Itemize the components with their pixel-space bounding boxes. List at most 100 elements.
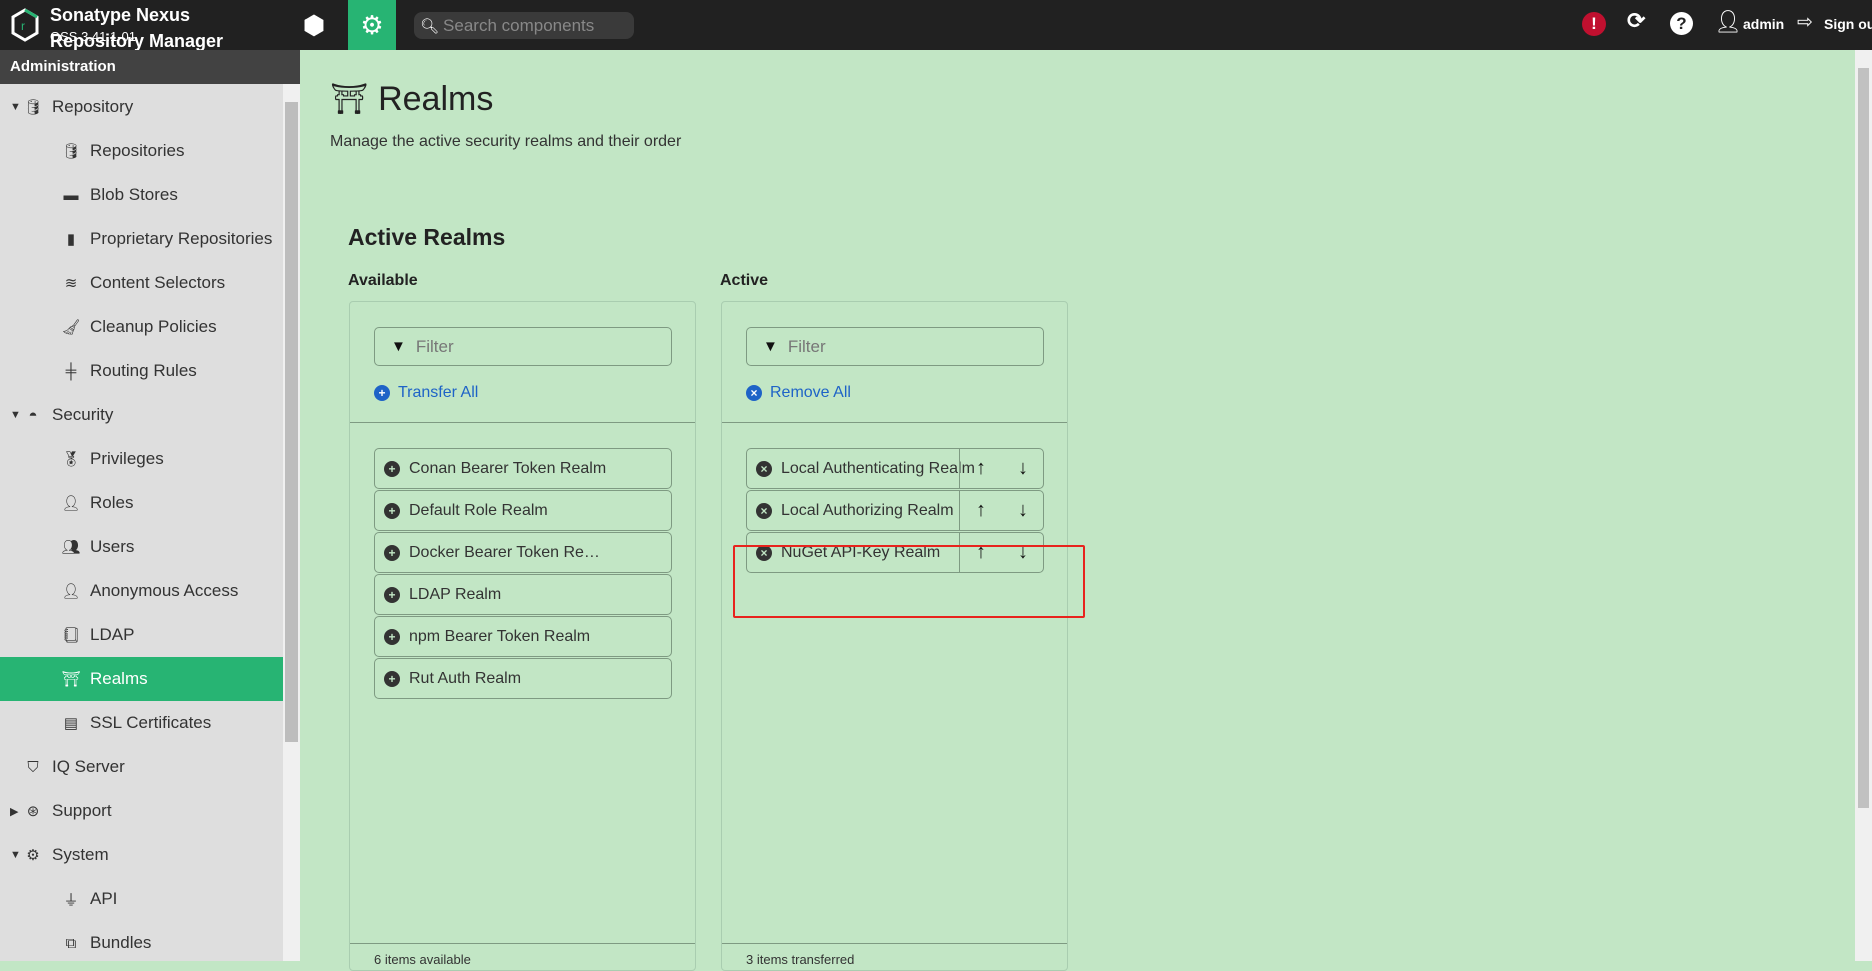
user-menu[interactable]: admin xyxy=(1743,16,1784,32)
realm-name: Rut Auth Realm xyxy=(409,669,522,687)
sidebar-item-content-selectors[interactable]: ≋ Content Selectors xyxy=(0,261,283,305)
caret-down-icon[interactable]: ▼ xyxy=(10,409,21,421)
caret-down-icon[interactable]: ▼ xyxy=(10,101,21,113)
available-label: Available xyxy=(348,272,418,289)
administration-button[interactable]: ⚙ xyxy=(348,0,396,50)
sidebar-item-bundles[interactable]: ⧉ Bundles xyxy=(0,921,283,965)
divider xyxy=(722,943,1067,944)
sidebar-item-label: Cleanup Policies xyxy=(90,317,217,336)
sidebar-item-label: API xyxy=(90,889,118,908)
sidebar-item-support[interactable]: ▶ ⊛ Support xyxy=(0,789,283,833)
sidebar-item-label: SSL Certificates xyxy=(90,713,212,732)
cube-icon: ⬢ xyxy=(302,9,326,40)
archway-icon: ⛩ xyxy=(61,671,81,688)
caret-down-icon[interactable]: ▼ xyxy=(10,849,21,861)
realm-name: LDAP Realm xyxy=(409,585,502,603)
sidebar-item-label: LDAP xyxy=(90,625,135,644)
signpost-icon: ╪ xyxy=(65,362,77,380)
sign-out-icon[interactable]: ⇨ xyxy=(1797,11,1813,34)
sidebar-item-label: IQ Server xyxy=(52,757,125,776)
svg-text:r: r xyxy=(21,19,25,33)
times-circle-icon[interactable]: × xyxy=(756,502,772,519)
puzzle-icon: ⧉ xyxy=(65,934,77,952)
sidebar-item-repositories[interactable]: 🛢︎ Repositories xyxy=(0,129,283,173)
realm-item[interactable]: + npm Bearer Token Realm xyxy=(374,616,672,657)
realm-item[interactable]: × Local Authenticating Realm ↑ ↓ xyxy=(746,448,1044,489)
sidebar-item-routing-rules[interactable]: ╪ Routing Rules xyxy=(0,349,283,393)
available-filter-input[interactable]: ▼ Filter xyxy=(374,327,672,366)
sidebar-item-system[interactable]: ▼ ⚙ System xyxy=(0,833,283,877)
layers-icon: ≋ xyxy=(64,275,78,292)
search-input[interactable]: 🔍︎ Search components xyxy=(414,12,634,39)
sidebar-item-label: Routing Rules xyxy=(90,361,197,380)
realm-item[interactable]: × Local Authorizing Realm ↑ ↓ xyxy=(746,490,1044,531)
user-tag-icon: 👤︎ xyxy=(61,495,81,512)
door-icon: ▮ xyxy=(66,231,76,248)
realm-item[interactable]: + Default Role Realm xyxy=(374,490,672,531)
sidebar-item-repository[interactable]: ▼ 🛢︎ Repository xyxy=(0,85,283,129)
sidebar-item-users[interactable]: 👥︎ Users xyxy=(0,525,283,569)
order-controls: ↑ ↓ xyxy=(959,491,1044,530)
sidebar-item-label: Security xyxy=(52,405,114,424)
sidebar-item-realms[interactable]: ⛩ Realms xyxy=(0,657,283,701)
sign-out-button[interactable]: Sign out xyxy=(1824,16,1872,32)
page-title-text: Realms xyxy=(378,80,494,118)
scrollbar-thumb[interactable] xyxy=(1858,68,1869,808)
scrollbar-thumb[interactable] xyxy=(285,102,298,742)
sidebar-item-roles[interactable]: 👤︎ Roles xyxy=(0,481,283,525)
alert-icon[interactable]: ! xyxy=(1582,12,1606,36)
gear-icon: ⚙ xyxy=(360,9,384,40)
plus-circle-icon[interactable]: + xyxy=(384,670,400,687)
brand: Sonatype Nexus OSS 3.41.1-01 Repository … xyxy=(50,6,223,50)
arrow-down-icon[interactable]: ↓ xyxy=(1018,499,1028,522)
caret-right-icon[interactable]: ▶ xyxy=(10,805,18,818)
active-label: Active xyxy=(720,272,769,289)
sidebar-item-api[interactable]: ⏚ API xyxy=(0,877,283,921)
realm-item[interactable]: + LDAP Realm xyxy=(374,574,672,615)
arrow-down-icon[interactable]: ↓ xyxy=(1018,457,1028,480)
sidebar-item-proprietary-repositories[interactable]: ▮ Proprietary Repositories xyxy=(0,217,283,261)
search-icon: 🔍︎ xyxy=(420,17,440,35)
transfer-all-label: Transfer All xyxy=(398,384,479,401)
times-circle-icon[interactable]: × xyxy=(756,460,772,477)
certificate-icon: ▤ xyxy=(63,715,79,732)
browse-button[interactable]: ⬢ xyxy=(290,0,338,50)
page-title: ⛩ Realms xyxy=(330,80,493,119)
sidebar-item-anonymous-access[interactable]: 👤︎ Anonymous Access xyxy=(0,569,283,613)
sidebar-item-iq-server[interactable]: ⛉ IQ Server xyxy=(0,745,283,789)
sidebar-item-label: System xyxy=(52,845,109,864)
realm-item[interactable]: + Conan Bearer Token Realm xyxy=(374,448,672,489)
plus-circle-icon[interactable]: + xyxy=(384,586,400,603)
sidebar-item-blob-stores[interactable]: ▬ Blob Stores xyxy=(0,173,283,217)
sidebar-item-ldap[interactable]: 📒︎ LDAP xyxy=(0,613,283,657)
sidebar-item-cleanup-policies[interactable]: 🧹︎ Cleanup Policies xyxy=(0,305,283,349)
active-panel: ▼ Filter × Remove All × Local Authenticatin… xyxy=(721,301,1068,971)
search-placeholder: Search components xyxy=(443,15,595,35)
plus-circle-icon[interactable]: + xyxy=(384,544,400,561)
active-count: 3 items transferred xyxy=(746,952,855,967)
remove-all-button[interactable]: × Remove All xyxy=(746,384,851,402)
main-scrollbar[interactable] xyxy=(1855,50,1872,961)
realm-item[interactable]: + Docker Bearer Token Realm xyxy=(374,532,672,573)
plus-circle-icon[interactable]: + xyxy=(384,628,400,645)
plus-circle-icon[interactable]: + xyxy=(384,460,400,477)
sidebar-item-label: Support xyxy=(52,801,112,820)
realm-item[interactable]: + Rut Auth Realm xyxy=(374,658,672,699)
sidebar-scrollbar[interactable] xyxy=(283,84,300,961)
active-filter-input[interactable]: ▼ Filter xyxy=(746,327,1044,366)
sidebar-item-privileges[interactable]: 🏅︎ Privileges xyxy=(0,437,283,481)
sidebar-item-label: Privileges xyxy=(90,449,164,468)
times-circle-icon: × xyxy=(746,385,762,401)
arrow-up-icon[interactable]: ↑ xyxy=(976,457,986,480)
user-icon[interactable]: 👤︎ xyxy=(1714,9,1742,35)
arrow-up-icon[interactable]: ↑ xyxy=(976,499,986,522)
nexus-logo-icon[interactable]: r xyxy=(10,8,40,42)
filter-placeholder: Filter xyxy=(787,336,826,356)
refresh-icon[interactable]: ⟳ xyxy=(1627,8,1645,34)
sidebar-item-ssl-certificates[interactable]: ▤ SSL Certificates xyxy=(0,701,283,745)
plus-circle-icon[interactable]: + xyxy=(384,502,400,519)
sidebar-item-security[interactable]: ▼ ◓ Security xyxy=(0,393,283,437)
transfer-all-button[interactable]: + Transfer All xyxy=(374,384,478,402)
sidebar: Administration ▼ 🛢︎ Repository 🛢︎ Repositori… xyxy=(0,50,300,961)
help-icon[interactable]: ? xyxy=(1670,12,1693,35)
